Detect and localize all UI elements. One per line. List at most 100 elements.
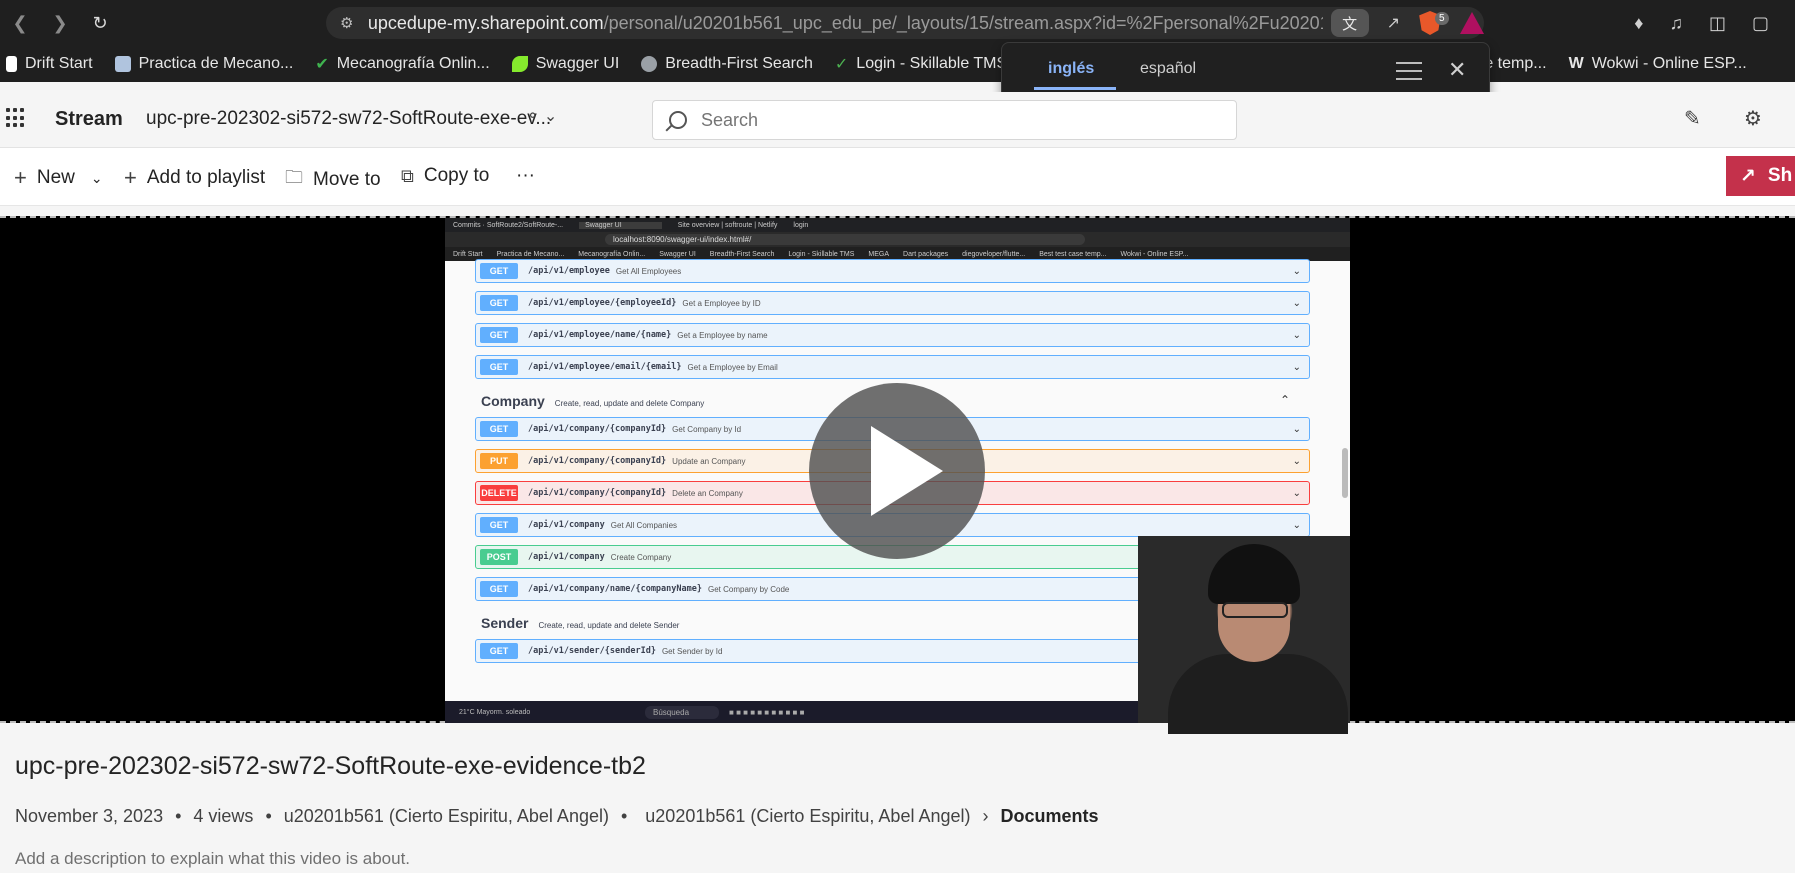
add-to-playlist-button[interactable]: + Add to playlist	[124, 165, 265, 191]
globe-icon	[641, 56, 658, 72]
api-operation-row[interactable]: GET/api/v1/employee/email/{email} Get a E…	[475, 355, 1310, 379]
document-icon	[6, 56, 17, 72]
document-info-icon[interactable]: ⚬ ⌄	[526, 106, 557, 126]
endpoint-summary: Get a Employee by Email	[687, 362, 778, 372]
media-icon[interactable]: ♫	[1669, 13, 1683, 34]
translate-tab-target[interactable]: español	[1140, 60, 1196, 78]
brave-rewards-icon[interactable]	[1460, 12, 1484, 34]
share-button[interactable]: ↗ Sh	[1726, 156, 1795, 196]
move-to-button[interactable]: 🗀 Move to	[285, 165, 381, 195]
settings-icon[interactable]: ⚙	[1744, 106, 1762, 131]
owner-link[interactable]: u20201b561 (Cierto Espiritu, Abel Angel)	[284, 806, 609, 827]
new-button[interactable]: + New ⌄	[14, 165, 103, 191]
http-method-badge: GET	[480, 263, 518, 279]
http-method-badge: GET	[480, 643, 518, 659]
chevron-down-icon[interactable]: ⌄	[1293, 488, 1301, 499]
location-owner-link[interactable]: u20201b561 (Cierto Espiritu, Abel Angel)	[645, 806, 970, 827]
document-icon	[114, 56, 131, 72]
wallet-icon[interactable]: ▢	[1752, 13, 1769, 34]
wokwi-icon: W	[1568, 55, 1584, 72]
endpoint-path: /api/v1/company/{companyId}	[528, 424, 667, 434]
endpoint-summary: Get All Companies	[610, 520, 678, 530]
video-metadata: November 3, 2023 • 4 views • u20201b561 …	[15, 806, 1099, 827]
endpoint-path: /api/v1/sender/{senderId}	[528, 646, 656, 656]
location-folder-link[interactable]: Documents	[1001, 806, 1099, 827]
api-operation-row[interactable]: GET/api/v1/employee/{employeeId} Get a Em…	[475, 291, 1310, 315]
menu-icon[interactable]	[1396, 62, 1422, 86]
endpoint-path: /api/v1/employee	[528, 266, 610, 276]
separator-dot: •	[620, 806, 628, 826]
chevron-down-icon[interactable]: ⌄	[1293, 266, 1301, 277]
share-page-icon[interactable]: ↗	[1387, 13, 1400, 33]
api-operation-row[interactable]: GET/api/v1/employee Get All Employees ⌄	[475, 259, 1310, 283]
endpoint-path: /api/v1/employee/{employeeId}	[528, 298, 677, 308]
bookmark-item[interactable]: Breadth-First Search	[641, 55, 813, 73]
chevron-down-icon[interactable]: ⌄	[1293, 456, 1301, 467]
play-icon[interactable]	[809, 383, 985, 559]
video-player[interactable]: Commits · SoftRoute2/SoftRoute-... Swagg…	[0, 216, 1795, 734]
webcam-overlay	[1138, 536, 1350, 734]
chevron-down-icon[interactable]: ⌄	[1293, 330, 1301, 341]
endpoint-summary: Get Sender by Id	[661, 646, 723, 656]
description-field[interactable]: Add a description to explain what this v…	[15, 849, 410, 869]
bookmark-item[interactable]: Swagger UI	[511, 55, 619, 73]
close-icon[interactable]: ✕	[1448, 57, 1466, 83]
http-method-badge: GET	[480, 359, 518, 375]
app-title[interactable]: Stream	[55, 108, 123, 131]
http-method-badge: POST	[480, 549, 518, 565]
bookmark-item[interactable]: Drift Start	[6, 55, 93, 73]
chevron-up-icon: ⌃	[1279, 393, 1290, 407]
app-launcher-icon[interactable]	[6, 108, 26, 128]
endpoint-summary: Get a Employee by name	[677, 330, 768, 340]
translate-icon[interactable]: 文	[1330, 9, 1369, 37]
bookmark-item[interactable]: ✔ Mecanografía Onlin...	[315, 54, 489, 74]
http-method-badge: DELETE	[480, 485, 518, 501]
site-settings-icon[interactable]: ⚙	[340, 14, 368, 32]
chevron-down-icon[interactable]: ⌄	[1293, 424, 1301, 435]
address-bar[interactable]: ⚙ upcedupe-my.sharepoint.com/personal/u2…	[326, 7, 1484, 39]
search-icon	[669, 111, 687, 129]
move-icon: 🗀	[285, 167, 303, 187]
forward-icon[interactable]: ❯	[40, 0, 80, 46]
endpoint-summary: Get Company by Id	[672, 424, 742, 434]
feedback-icon[interactable]: ✎	[1684, 106, 1701, 131]
search-box[interactable]	[652, 100, 1237, 140]
extensions-icon[interactable]: ♦	[1634, 13, 1643, 34]
more-options-button[interactable]: ···	[516, 165, 535, 187]
bookmark-item[interactable]: Practica de Mecano...	[114, 55, 293, 73]
separator-dot: •	[175, 806, 182, 826]
document-title[interactable]: upc-pre-202302-si572-sw72-SoftRoute-exe-…	[146, 108, 551, 130]
endpoint-summary: Create Company	[610, 552, 672, 562]
back-icon[interactable]: ❮	[0, 0, 40, 46]
chevron-right-icon: ›	[982, 806, 989, 826]
plus-icon: +	[124, 165, 137, 190]
http-method-badge: GET	[480, 295, 518, 311]
url-text[interactable]: upcedupe-my.sharepoint.com/personal/u202…	[368, 13, 1323, 34]
bookmark-item[interactable]: W Wokwi - Online ESP...	[1569, 55, 1747, 73]
sidebar-icon[interactable]: ◫	[1709, 13, 1726, 34]
frame-address-bar: localhost:8090/swagger-ui/index.html#/	[445, 232, 1350, 247]
endpoint-path: /api/v1/employee/email/{email}	[528, 362, 682, 372]
separator-dot: •	[265, 806, 272, 826]
chevron-down-icon: ⌄	[90, 169, 103, 186]
api-operation-row[interactable]: GET/api/v1/employee/name/{name} Get a Emp…	[475, 323, 1310, 347]
http-method-badge: GET	[480, 517, 518, 533]
chevron-down-icon[interactable]: ⌄	[1293, 362, 1301, 373]
endpoint-summary: Get a Employee by ID	[682, 298, 761, 308]
bookmarks-bar: Drift Start Practica de Mecano... ✔ Mecan…	[0, 46, 1795, 82]
check-icon: ✔	[315, 56, 329, 73]
frame-scrollbar	[1342, 448, 1348, 498]
endpoint-path: /api/v1/company	[528, 552, 605, 562]
http-method-badge: GET	[480, 581, 518, 597]
command-bar: + New ⌄ + Add to playlist 🗀 Move to ⧉ Copy to…	[0, 148, 1795, 206]
active-tab-indicator	[1034, 87, 1116, 90]
chevron-down-icon[interactable]: ⌄	[1293, 298, 1301, 309]
search-input[interactable]	[701, 109, 1201, 131]
bookmark-item[interactable]: ✓ Login - Skillable TMS	[835, 54, 1007, 74]
chevron-down-icon[interactable]: ⌄	[1293, 520, 1301, 531]
stream-header: Stream upc-pre-202302-si572-sw72-SoftRou…	[0, 92, 1795, 148]
translate-tab-source[interactable]: inglés	[1048, 60, 1094, 78]
copy-to-button[interactable]: ⧉ Copy to	[401, 165, 489, 187]
endpoint-path: /api/v1/company/{companyId}	[528, 456, 667, 466]
reload-icon[interactable]: ↻	[80, 0, 120, 46]
